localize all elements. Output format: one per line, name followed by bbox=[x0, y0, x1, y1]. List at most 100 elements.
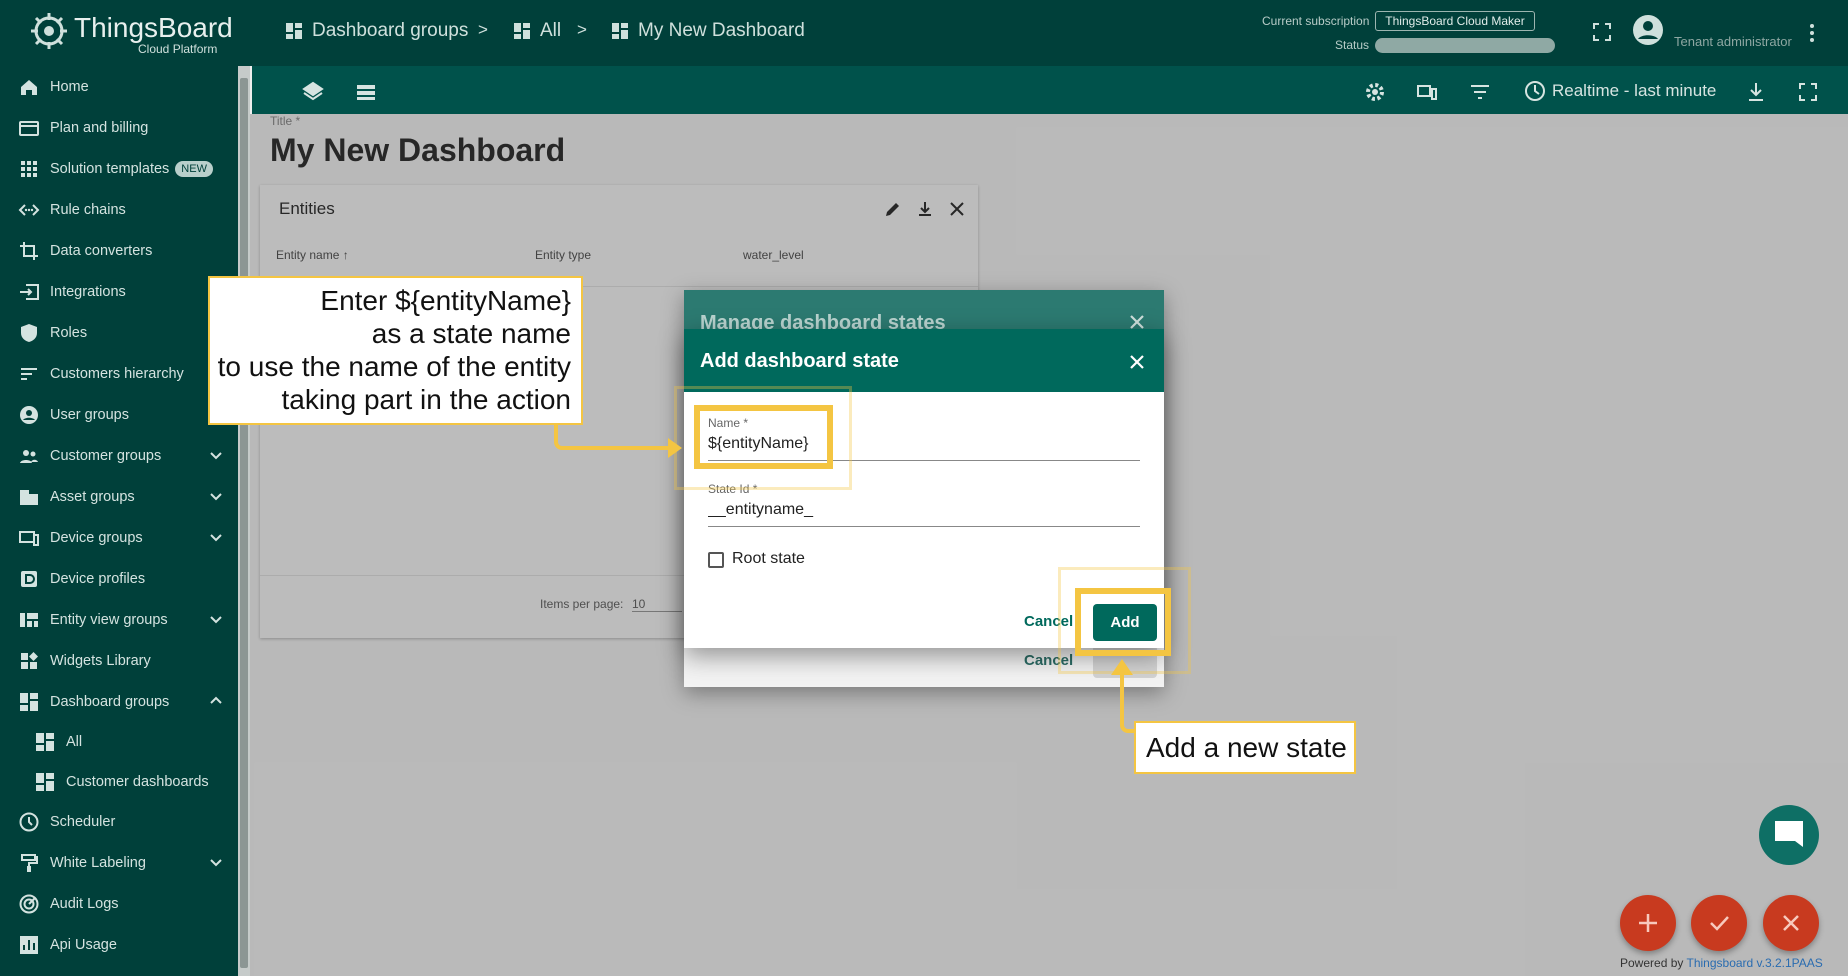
sidebar-item-dashboard-groups[interactable]: Dashboard groups bbox=[0, 681, 238, 722]
fullscreen-icon[interactable] bbox=[1796, 80, 1820, 104]
logo-text[interactable]: ThingsBoard bbox=[74, 12, 233, 44]
dashboard-icon bbox=[612, 23, 628, 39]
sidebar-item-integrations[interactable]: Integrations bbox=[0, 271, 238, 312]
thingsboard-logo-icon bbox=[31, 13, 67, 49]
sidebar-item-asset-groups[interactable]: Asset groups bbox=[0, 476, 238, 517]
sidebar-item-label: Plan and billing bbox=[50, 119, 149, 136]
sidebar-item-customer-groups[interactable]: Customer groups bbox=[0, 435, 238, 476]
sidebar-item-home[interactable]: Home bbox=[0, 66, 238, 107]
dashboard-icon bbox=[514, 23, 530, 39]
sidebar-item-device-profiles[interactable]: Device profiles bbox=[0, 558, 238, 599]
devices-icon bbox=[19, 530, 39, 546]
dashboard-icon bbox=[36, 732, 54, 751]
sidebar-item-entity-view-groups[interactable]: Entity view groups bbox=[0, 599, 238, 640]
decline-changes-fab[interactable] bbox=[1763, 895, 1819, 951]
sidebar-item-rule-chains[interactable]: Rule chains bbox=[0, 189, 238, 230]
sidebar-item-label: Rule chains bbox=[50, 201, 126, 218]
sidebar-subitem-customer-dashboards[interactable]: Customer dashboards bbox=[0, 761, 238, 802]
close-icon bbox=[1783, 915, 1799, 931]
chevron-down-icon[interactable] bbox=[208, 854, 224, 870]
powered-by-brand-link[interactable]: Thingsboard v.3.2.1PAAS bbox=[1687, 956, 1823, 970]
status-label: Status bbox=[1335, 38, 1370, 52]
breadcrumb-current-dashboard: My New Dashboard bbox=[610, 20, 805, 42]
sidebar-item-solution-templates[interactable]: Solution templates NEW bbox=[0, 148, 238, 189]
settings-ethernet-icon bbox=[18, 203, 40, 216]
breadcrumb-label: Dashboard groups bbox=[312, 20, 469, 41]
sidebar-item-label: Dashboard groups bbox=[50, 693, 170, 710]
schedule-icon bbox=[19, 812, 39, 831]
sidebar-item-label: Entity view groups bbox=[50, 611, 168, 628]
subscription-plan-badge[interactable]: ThingsBoard Cloud Maker bbox=[1375, 11, 1535, 31]
sort-icon bbox=[21, 367, 37, 380]
devices-layout-icon[interactable] bbox=[1415, 80, 1439, 104]
add-button-highlight bbox=[1075, 588, 1171, 656]
domain-icon bbox=[20, 489, 38, 505]
sidebar-item-api-usage[interactable]: Api Usage bbox=[0, 924, 238, 965]
callout-line: Enter ${entityName} bbox=[320, 285, 571, 316]
sidebar-scroll-thumb[interactable] bbox=[240, 78, 248, 968]
timewindow-selector[interactable]: Realtime - last minute bbox=[1524, 80, 1716, 102]
sidebar-item-white-labeling[interactable]: White Labeling bbox=[0, 842, 238, 883]
sidebar-item-label: Scheduler bbox=[50, 813, 116, 830]
sidebar-item-plan-billing[interactable]: Plan and billing bbox=[0, 107, 238, 148]
sidebar-item-user-groups[interactable]: User groups bbox=[0, 394, 238, 435]
sidebar-item-label: Customer groups bbox=[50, 447, 162, 464]
breadcrumb-all[interactable]: All bbox=[512, 20, 561, 42]
add-widget-fab[interactable] bbox=[1620, 895, 1676, 951]
close-icon[interactable] bbox=[1129, 314, 1145, 330]
sidebar-item-data-converters[interactable]: Data converters bbox=[0, 230, 238, 271]
chat-button[interactable] bbox=[1759, 805, 1819, 865]
root-state-label[interactable]: Root state bbox=[732, 550, 805, 568]
breadcrumb-dashboard-groups[interactable]: Dashboard groups bbox=[284, 20, 468, 42]
widgets-icon bbox=[21, 651, 38, 669]
callout-arrow-right-icon bbox=[554, 422, 682, 458]
layout-icon[interactable] bbox=[354, 80, 378, 104]
plus-icon bbox=[1639, 914, 1657, 932]
filter-icon[interactable] bbox=[1468, 80, 1492, 104]
supervisor-icon bbox=[20, 449, 38, 463]
sidebar: Home Plan and billing Solution templates… bbox=[0, 66, 238, 976]
sidebar-item-roles[interactable]: Roles bbox=[0, 312, 238, 353]
sidebar-item-label: Device groups bbox=[50, 529, 143, 546]
sidebar-item-widgets-library[interactable]: Widgets Library bbox=[0, 640, 238, 681]
layers-icon[interactable] bbox=[301, 80, 325, 104]
root-state-checkbox[interactable] bbox=[708, 552, 724, 568]
chevron-up-icon[interactable] bbox=[208, 693, 224, 709]
transform-icon bbox=[20, 241, 38, 260]
chevron-down-icon[interactable] bbox=[208, 611, 224, 627]
fullscreen-icon[interactable] bbox=[1592, 22, 1612, 42]
top-bar bbox=[0, 0, 1848, 66]
sidebar-item-label: Asset groups bbox=[50, 488, 135, 505]
download-icon[interactable] bbox=[1744, 80, 1768, 104]
format-paint-icon bbox=[21, 853, 38, 872]
new-badge: NEW bbox=[175, 160, 213, 177]
more-vert-icon[interactable] bbox=[1804, 22, 1820, 44]
sidebar-item-scheduler[interactable]: Scheduler bbox=[0, 801, 238, 842]
apps-icon bbox=[21, 160, 37, 177]
logo-subtitle: Cloud Platform bbox=[138, 42, 218, 56]
apply-changes-fab[interactable] bbox=[1691, 895, 1747, 951]
gear-icon[interactable] bbox=[1363, 80, 1387, 104]
track-changes-icon bbox=[19, 894, 39, 913]
sidebar-subitem-all[interactable]: All bbox=[0, 721, 238, 762]
user-role: Tenant administrator bbox=[1674, 34, 1792, 49]
chevron-down-icon[interactable] bbox=[208, 447, 224, 463]
insert-chart-icon bbox=[20, 935, 38, 954]
chevron-down-icon[interactable] bbox=[208, 529, 224, 545]
sidebar-item-customers-hierarchy[interactable]: Customers hierarchy bbox=[0, 353, 238, 394]
sidebar-item-device-groups[interactable]: Device groups bbox=[0, 517, 238, 558]
close-icon[interactable] bbox=[1129, 354, 1145, 370]
subscription-label: Current subscription bbox=[1262, 14, 1370, 28]
avatar-icon[interactable] bbox=[1632, 14, 1664, 46]
state-id-input[interactable] bbox=[708, 501, 1138, 519]
sidebar-item-label: White Labeling bbox=[50, 854, 146, 871]
powered-by: Powered by Thingsboard v.3.2.1PAAS bbox=[1620, 956, 1823, 970]
chevron-down-icon[interactable] bbox=[208, 488, 224, 504]
sidebar-item-label: Device profiles bbox=[50, 570, 146, 587]
sidebar-item-audit-logs[interactable]: Audit Logs bbox=[0, 883, 238, 924]
device-profile-icon bbox=[21, 570, 37, 587]
dashboard-icon bbox=[286, 23, 302, 39]
chat-icon bbox=[1775, 821, 1803, 847]
breadcrumb-label: All bbox=[540, 20, 562, 41]
sidebar-item-label: Audit Logs bbox=[50, 895, 119, 912]
